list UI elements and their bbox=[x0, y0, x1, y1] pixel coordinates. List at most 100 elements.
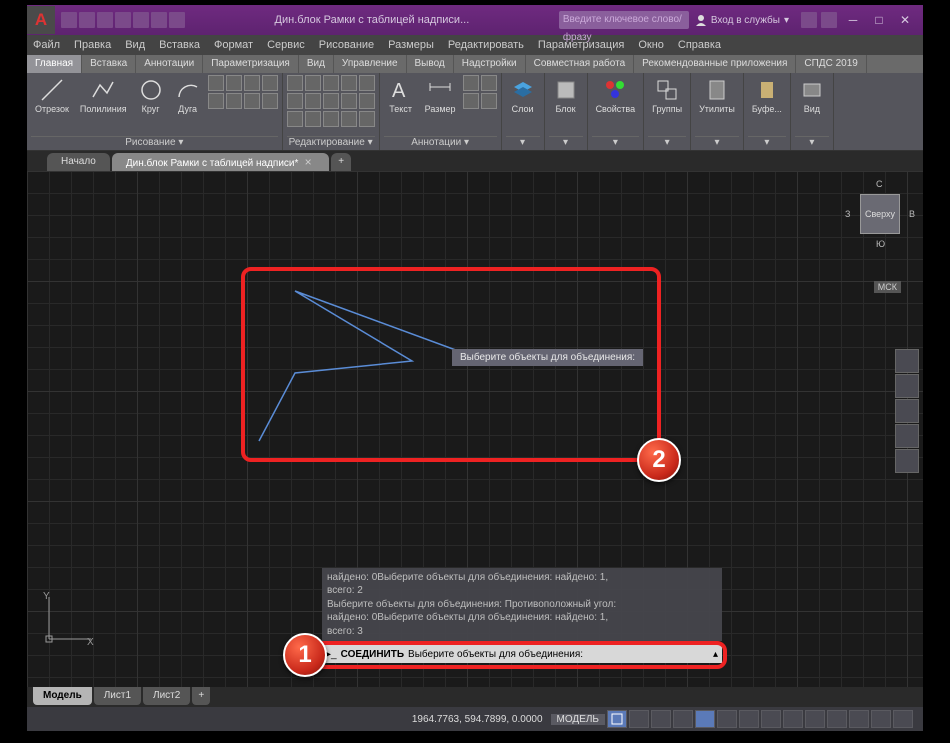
mtext-icon[interactable] bbox=[463, 93, 479, 109]
osnap-toggle-icon[interactable] bbox=[695, 710, 715, 728]
polar-toggle-icon[interactable] bbox=[673, 710, 693, 728]
grid-toggle-icon[interactable] bbox=[607, 710, 627, 728]
fillet-icon[interactable] bbox=[323, 93, 339, 109]
model-tab[interactable]: Модель bbox=[33, 687, 92, 705]
workspace-icon[interactable] bbox=[849, 710, 869, 728]
rotate-icon[interactable] bbox=[305, 75, 321, 91]
explode-icon[interactable] bbox=[359, 75, 375, 91]
qat-redo-icon[interactable] bbox=[169, 12, 185, 28]
rect-icon[interactable] bbox=[226, 75, 242, 91]
viewcube[interactable]: Сверху С Ю В З bbox=[847, 181, 913, 247]
rtab-insert[interactable]: Вставка bbox=[82, 55, 136, 73]
menu-format[interactable]: Формат bbox=[214, 39, 253, 51]
panel-draw-label[interactable]: Рисование ▾ bbox=[31, 136, 278, 150]
array-icon[interactable] bbox=[323, 111, 339, 127]
transparency-toggle-icon[interactable] bbox=[761, 710, 781, 728]
command-line[interactable]: ▸_ СОЕДИНИТЬ Выберите объекты для объеди… bbox=[322, 645, 722, 663]
groups-button[interactable]: Группы bbox=[648, 75, 686, 116]
doc-tab-add[interactable]: + bbox=[331, 153, 351, 171]
arc-button[interactable]: Дуга bbox=[171, 75, 205, 116]
layout-add[interactable]: + bbox=[192, 687, 210, 705]
doc-tab-file[interactable]: Дин.блок Рамки с таблицей надписи* × bbox=[112, 153, 329, 171]
join-icon[interactable] bbox=[341, 111, 357, 127]
stretch-icon[interactable] bbox=[287, 111, 303, 127]
mirror-icon[interactable] bbox=[305, 93, 321, 109]
rtab-featured[interactable]: Рекомендованные приложения bbox=[634, 55, 796, 73]
circle-button[interactable]: Круг bbox=[134, 75, 168, 116]
ortho-toggle-icon[interactable] bbox=[651, 710, 671, 728]
otrack-toggle-icon[interactable] bbox=[717, 710, 737, 728]
qat-saveas-icon[interactable] bbox=[115, 12, 131, 28]
close-button[interactable]: ✕ bbox=[895, 10, 915, 30]
layout1-tab[interactable]: Лист1 bbox=[94, 687, 141, 705]
nav-wheel-icon[interactable] bbox=[895, 349, 919, 373]
menu-window[interactable]: Окно bbox=[638, 39, 664, 51]
exchange-icon[interactable] bbox=[801, 12, 817, 28]
rtab-collab[interactable]: Совместная работа bbox=[526, 55, 635, 73]
chamfer-icon[interactable] bbox=[341, 93, 357, 109]
menu-modify[interactable]: Редактировать bbox=[448, 39, 524, 51]
qat-save-icon[interactable] bbox=[97, 12, 113, 28]
nav-showmotion-icon[interactable] bbox=[895, 449, 919, 473]
panel-edit-label[interactable]: Редактирование ▾ bbox=[287, 136, 375, 150]
trim-icon[interactable] bbox=[323, 75, 339, 91]
qat-open-icon[interactable] bbox=[79, 12, 95, 28]
signin-area[interactable]: Вход в службы▾ bbox=[695, 14, 789, 26]
app-logo[interactable]: A bbox=[27, 6, 55, 34]
erase-icon[interactable] bbox=[341, 75, 357, 91]
scale-icon[interactable] bbox=[305, 111, 321, 127]
rtab-view[interactable]: Вид bbox=[299, 55, 334, 73]
maximize-button[interactable]: □ bbox=[869, 10, 889, 30]
menu-draw[interactable]: Рисование bbox=[319, 39, 374, 51]
nav-zoom-icon[interactable] bbox=[895, 399, 919, 423]
line-button[interactable]: Отрезок bbox=[31, 75, 73, 116]
table-icon[interactable] bbox=[481, 75, 497, 91]
dyninput-toggle-icon[interactable] bbox=[827, 710, 847, 728]
qat-plot-icon[interactable] bbox=[133, 12, 149, 28]
rtab-ann[interactable]: Аннотации bbox=[136, 55, 203, 73]
clipboard-button[interactable]: Буфе... bbox=[748, 75, 786, 116]
search-input[interactable]: Введите ключевое слово/фразу bbox=[559, 11, 689, 29]
rtab-addins[interactable]: Надстройки bbox=[454, 55, 526, 73]
menu-tools[interactable]: Сервис bbox=[267, 39, 305, 51]
break-icon[interactable] bbox=[359, 111, 375, 127]
copy-icon[interactable] bbox=[287, 93, 303, 109]
lweight-toggle-icon[interactable] bbox=[739, 710, 759, 728]
xline-icon[interactable] bbox=[244, 93, 260, 109]
rtab-output[interactable]: Вывод bbox=[407, 55, 454, 73]
view-button[interactable]: Вид bbox=[795, 75, 829, 116]
menu-dim[interactable]: Размеры bbox=[388, 39, 434, 51]
polyline-button[interactable]: Полилиния bbox=[76, 75, 131, 116]
layers-button[interactable]: Слои bbox=[506, 75, 540, 116]
rtab-home[interactable]: Главная bbox=[27, 55, 82, 73]
rtab-spds[interactable]: СПДС 2019 bbox=[796, 55, 866, 73]
field-icon[interactable] bbox=[481, 93, 497, 109]
qprops-toggle-icon[interactable] bbox=[783, 710, 803, 728]
menu-param[interactable]: Параметризация bbox=[538, 39, 624, 51]
command-history[interactable]: найдено: 0Выберите объекты для объединен… bbox=[322, 568, 722, 642]
util-button[interactable]: Утилиты bbox=[695, 75, 739, 116]
point-icon[interactable] bbox=[208, 93, 224, 109]
nav-orbit-icon[interactable] bbox=[895, 424, 919, 448]
coords[interactable]: 1964.7763, 594.7899, 0.0000 bbox=[406, 714, 549, 725]
menu-file[interactable]: Файл bbox=[33, 39, 60, 51]
menu-view[interactable]: Вид bbox=[125, 39, 145, 51]
offset-icon[interactable] bbox=[359, 93, 375, 109]
ellipse-icon[interactable] bbox=[244, 75, 260, 91]
text-button[interactable]: AТекст bbox=[384, 75, 418, 116]
minimize-button[interactable]: ─ bbox=[843, 10, 863, 30]
annoscale-icon[interactable] bbox=[871, 710, 891, 728]
doc-tab-start[interactable]: Начало bbox=[47, 153, 110, 171]
rtab-manage[interactable]: Управление bbox=[334, 55, 407, 73]
props-button[interactable]: Свойства bbox=[592, 75, 640, 116]
qat-new-icon[interactable] bbox=[61, 12, 77, 28]
layout2-tab[interactable]: Лист2 bbox=[143, 687, 190, 705]
rtab-param[interactable]: Параметризация bbox=[203, 55, 299, 73]
ray-icon[interactable] bbox=[262, 93, 278, 109]
cleanscreen-icon[interactable] bbox=[893, 710, 913, 728]
menu-insert[interactable]: Вставка bbox=[159, 39, 200, 51]
drawing-canvas[interactable]: Выберите объекты для объединения: Сверху… bbox=[27, 171, 923, 687]
menu-edit[interactable]: Правка bbox=[74, 39, 111, 51]
move-icon[interactable] bbox=[287, 75, 303, 91]
selcycle-toggle-icon[interactable] bbox=[805, 710, 825, 728]
